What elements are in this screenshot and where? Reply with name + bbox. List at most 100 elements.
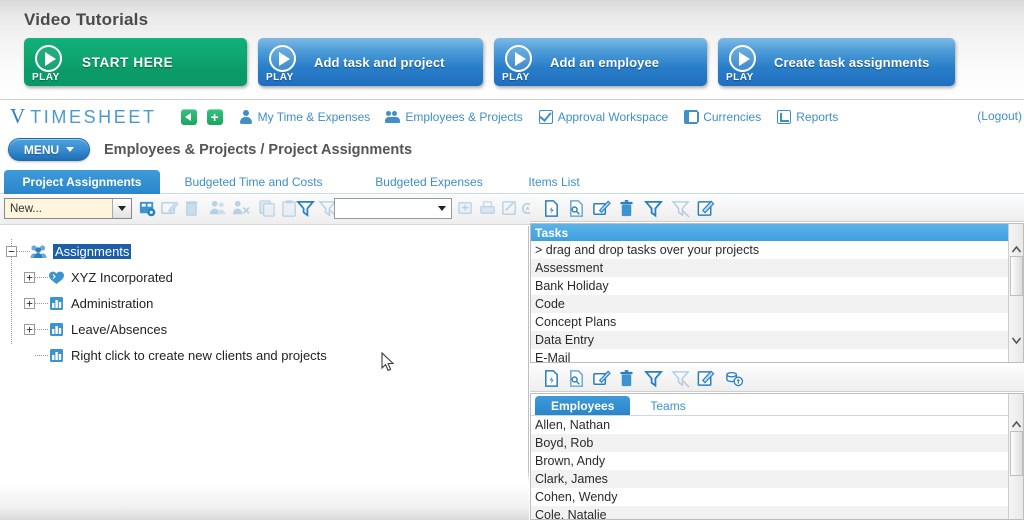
tree-node-administration[interactable]: + Administration [0, 290, 528, 316]
filter-select[interactable] [334, 198, 452, 219]
tutorial-button-add-task-and-project[interactable]: PLAY Add task and project [258, 38, 483, 86]
navlink-label-2: Approval Workspace [557, 110, 669, 124]
tutorial-label-4: Create task assignments [774, 54, 930, 70]
tab-budgeted-time-and-costs[interactable]: Budgeted Time and Costs [166, 170, 341, 194]
tree-node-assignments[interactable]: − Assignments [0, 238, 528, 264]
employees-scrollbar[interactable] [1008, 394, 1023, 519]
duplicate-employee-icon[interactable] [567, 369, 587, 389]
chevron-down-icon [66, 147, 75, 152]
employees-tab-label-1: Teams [650, 398, 686, 413]
delete-employee-icon[interactable] [617, 369, 637, 389]
tree-node-leave-absences[interactable]: + Leave/Absences [0, 316, 528, 342]
brand-logo[interactable]: V TIMESHEET [10, 106, 157, 128]
list-item[interactable]: Cohen, Wendy [531, 488, 1023, 506]
new-task-icon[interactable] [542, 199, 562, 219]
tree-expander-minus-icon[interactable]: − [6, 245, 17, 257]
tab-items-list[interactable]: Items List [515, 170, 593, 194]
copy-icon [258, 199, 277, 218]
list-item[interactable]: Clark, James [531, 470, 1023, 488]
tab-teams[interactable]: Teams [634, 396, 701, 415]
people-icon [385, 110, 401, 124]
new-select[interactable]: New... [4, 198, 132, 219]
tree-expander-none [24, 350, 35, 361]
assignments-icon [30, 244, 47, 259]
tree-expander-plus-icon[interactable]: + [24, 323, 35, 335]
export-icon [500, 199, 519, 218]
tutorial-button-create-task-assignments[interactable]: PLAY Create task assignments [718, 38, 955, 86]
assign-employee-icon [209, 199, 228, 218]
tutorial-label-3: Add an employee [550, 54, 660, 70]
project-icon [48, 296, 65, 311]
rates-icon[interactable] [725, 369, 745, 389]
list-item[interactable]: Brown, Andy [531, 452, 1023, 470]
new-employee-icon[interactable] [542, 369, 562, 389]
print-icon [478, 199, 497, 218]
tab-employees[interactable]: Employees [535, 396, 631, 415]
list-item[interactable]: > drag and drop tasks over your projects [531, 241, 1023, 259]
navlink-reports[interactable]: Reports [777, 110, 838, 124]
tutorial-label-2: Add task and project [314, 54, 445, 70]
chevron-down-icon [432, 199, 451, 218]
tab-budgeted-expenses[interactable]: Budgeted Expenses [349, 170, 509, 194]
list-item[interactable]: Boyd, Rob [531, 434, 1023, 452]
properties-icon[interactable] [696, 199, 716, 219]
edit-icon [160, 199, 179, 218]
breadcrumb: Employees & Projects / Project Assignmen… [104, 141, 413, 158]
delete-task-icon[interactable] [617, 199, 637, 219]
filter-icon[interactable] [644, 369, 664, 389]
navlink-label-3: Currencies [703, 110, 762, 124]
tab-project-assignments[interactable]: Project Assignments [4, 170, 160, 194]
list-item[interactable]: Code [531, 295, 1023, 313]
menu-breadcrumb-row: MENU Employees & Projects / Project Assi… [0, 133, 1024, 166]
scroll-thumb[interactable] [1010, 431, 1023, 476]
tasks-scrollbar[interactable] [1008, 224, 1023, 362]
list-item[interactable]: Bank Holiday [531, 277, 1023, 295]
employees-subtabs: Employees Teams [531, 394, 1023, 416]
filter-icon[interactable] [296, 199, 315, 218]
delete-icon [182, 199, 201, 218]
list-item[interactable]: Assessment [531, 259, 1023, 277]
currency-icon [684, 110, 700, 124]
play-icon [35, 45, 62, 72]
logout-link[interactable]: (Logout) [977, 109, 1022, 123]
navlink-my-time-expenses[interactable]: My Time & Expenses [239, 110, 370, 124]
chevron-down-icon [112, 199, 131, 218]
list-item[interactable]: E-Mail [531, 349, 1023, 362]
play-icon [269, 45, 296, 72]
plus-icon[interactable]: + [206, 109, 223, 125]
scroll-up-icon[interactable] [1011, 242, 1022, 253]
video-tutorials-bar: Video Tutorials PLAY START HERE PLAY Add… [0, 0, 1024, 100]
edit-task-icon[interactable] [592, 199, 612, 219]
edit-employee-icon[interactable] [592, 369, 612, 389]
list-item[interactable]: Cole, Natalie [531, 506, 1023, 519]
back-arrow-icon[interactable] [180, 109, 197, 125]
client-icon [48, 270, 65, 285]
tree-label-2: Administration [71, 295, 154, 311]
tasks-header: Tasks [531, 224, 1023, 241]
list-item[interactable]: Concept Plans [531, 313, 1023, 331]
tab-label-1: Budgeted Time and Costs [184, 175, 323, 189]
filter-icon[interactable] [644, 199, 664, 219]
brand-name: TIMESHEET [30, 107, 157, 127]
tutorial-button-start-here[interactable]: PLAY START HERE [24, 38, 247, 86]
tree-expander-plus-icon[interactable]: + [24, 271, 35, 283]
list-item[interactable]: Allen, Nathan [531, 416, 1023, 434]
duplicate-task-icon[interactable] [567, 199, 587, 219]
menu-button[interactable]: MENU [8, 138, 90, 161]
navlink-approval-workspace[interactable]: Approval Workspace [538, 110, 669, 124]
navlink-employees-projects[interactable]: Employees & Projects [385, 110, 523, 124]
tree-node-xyz-incorporated[interactable]: + XYZ Incorporated [0, 264, 528, 290]
tasks-panel: Tasks > drag and drop tasks over your pr… [530, 223, 1024, 363]
tutorial-button-add-an-employee[interactable]: PLAY Add an employee [494, 38, 707, 86]
scroll-thumb[interactable] [1010, 256, 1023, 296]
tree-label-4: Right click to create new clients and pr… [71, 347, 327, 363]
navlink-currencies[interactable]: Currencies [684, 110, 761, 124]
list-item[interactable]: Data Entry [531, 331, 1023, 349]
new-assignment-icon[interactable] [138, 199, 157, 218]
menu-button-label: MENU [23, 142, 60, 157]
properties-icon[interactable] [696, 369, 716, 389]
scroll-up-icon[interactable] [1011, 417, 1022, 428]
scroll-down-icon[interactable] [1011, 333, 1022, 345]
tree-expander-plus-icon[interactable]: + [24, 297, 35, 309]
tree-node-create-new-hint[interactable]: Right click to create new clients and pr… [0, 342, 528, 368]
